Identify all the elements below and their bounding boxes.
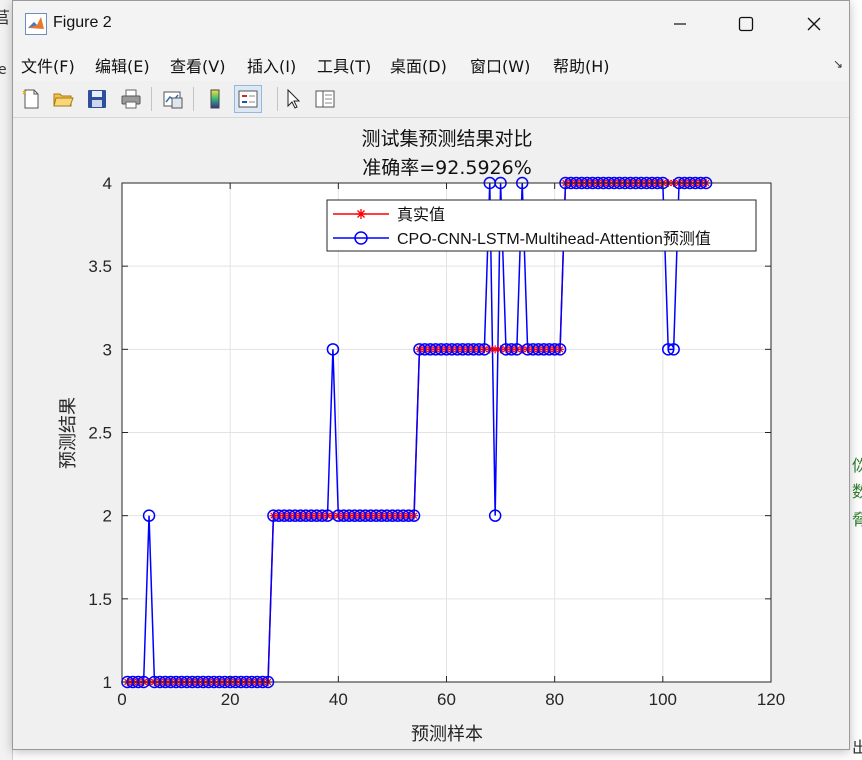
save-button[interactable] (83, 85, 111, 113)
open-file-button[interactable] (49, 85, 77, 113)
background-text: 苢 (0, 8, 11, 27)
menu-insert[interactable]: 插入(I) (247, 53, 296, 77)
legend-button[interactable] (234, 85, 262, 113)
y-tick-label: 1.5 (88, 590, 112, 609)
open-file-icon (53, 93, 74, 107)
y-axis-label: 预测结果 (58, 397, 79, 469)
legend-icon (238, 90, 258, 108)
title-bar[interactable]: Figure 2 (13, 1, 849, 47)
legend-label-pred: CPO-CNN-LSTM-Multihead-Attention预测值 (397, 230, 711, 248)
figure-canvas: 测试集预测结果对比 准确率=92.5926% 0 20 40 60 80 100 120 1… (13, 118, 849, 749)
chart-subtitle: 准确率=92.5926% (362, 157, 532, 179)
x-tick-label: 60 (437, 690, 456, 709)
legend-marker-true (356, 209, 366, 219)
colorbar-icon (210, 89, 220, 109)
background-text: e (0, 62, 7, 78)
y-tick-label: 4 (103, 174, 112, 193)
new-figure-button[interactable] (17, 85, 45, 113)
x-tick-label: 80 (545, 690, 564, 709)
background-right-panel: 佽 数 脅 出 (850, 0, 862, 760)
colorbar-button[interactable] (201, 85, 229, 113)
edit-plot-button[interactable] (279, 85, 307, 113)
x-tick-label: 0 (117, 690, 126, 709)
figure-toolbar (13, 81, 849, 118)
x-tick-label: 40 (329, 690, 348, 709)
property-inspector-button[interactable] (311, 85, 339, 113)
pointer-icon (287, 88, 301, 109)
minimize-button[interactable] (649, 1, 711, 47)
x-tick-label: 100 (649, 690, 677, 709)
link-plot-button[interactable] (159, 85, 187, 113)
x-tick-label: 20 (221, 690, 240, 709)
x-axis-label: 预测样本 (411, 724, 483, 745)
chart-title: 测试集预测结果对比 (361, 128, 532, 150)
link-plot-icon (163, 91, 183, 109)
menu-help[interactable]: 帮助(H) (553, 53, 610, 77)
toolbar-separator (151, 87, 152, 111)
close-icon (807, 17, 821, 31)
background-text: 佽 (852, 456, 862, 475)
menu-bar: 文件(F) 编辑(E) 查看(V) 插入(I) 工具(T) 桌面(D) 窗口(W… (13, 47, 849, 82)
x-tick-labels: 0 20 40 60 80 100 120 (117, 690, 785, 709)
matlab-logo-icon (25, 13, 47, 35)
y-tick-label: 2 (103, 507, 112, 526)
toolbar-separator (193, 87, 194, 111)
background-text: 出 (852, 738, 862, 757)
plot-svg: 测试集预测结果对比 准确率=92.5926% 0 20 40 60 80 100 120 1… (58, 128, 785, 745)
x-tick-label: 120 (757, 690, 785, 709)
minimize-icon (674, 23, 686, 25)
figure-window: Figure 2 文件(F) 编辑(E) 查看(V) 插入(I) 工具(T) 桌… (12, 0, 850, 750)
y-tick-label: 1 (103, 673, 112, 692)
y-tick-labels: 1 1.5 2 2.5 3 3.5 4 (88, 174, 112, 692)
menu-desktop[interactable]: 桌面(D) (390, 53, 447, 77)
dock-arrow-icon[interactable]: ↘ (833, 57, 843, 71)
background-text: 数 (852, 482, 862, 501)
close-button[interactable] (783, 1, 845, 47)
menu-file[interactable]: 文件(F) (21, 53, 75, 77)
print-button[interactable] (117, 85, 145, 113)
legend[interactable]: 真实值 CPO-CNN-LSTM-Multihead-Attention预测值 (326, 199, 757, 252)
y-tick-label: 3 (103, 340, 112, 359)
y-tick-label: 2.5 (88, 424, 112, 443)
maximize-icon (738, 16, 754, 32)
menu-tools[interactable]: 工具(T) (317, 53, 371, 77)
menu-window[interactable]: 窗口(W) (470, 53, 530, 77)
y-tick-label: 3.5 (88, 257, 112, 276)
window-title: Figure 2 (53, 14, 112, 31)
new-figure-icon (22, 89, 39, 109)
print-icon (121, 89, 141, 109)
toolbar-separator (277, 87, 278, 111)
property-inspector-icon (315, 90, 335, 108)
background-text: 脅 (852, 510, 862, 529)
save-icon (88, 90, 106, 108)
menu-view[interactable]: 查看(V) (170, 53, 225, 77)
menu-edit[interactable]: 编辑(E) (95, 53, 150, 77)
legend-label-true: 真实值 (397, 205, 445, 224)
maximize-button[interactable] (715, 1, 777, 47)
